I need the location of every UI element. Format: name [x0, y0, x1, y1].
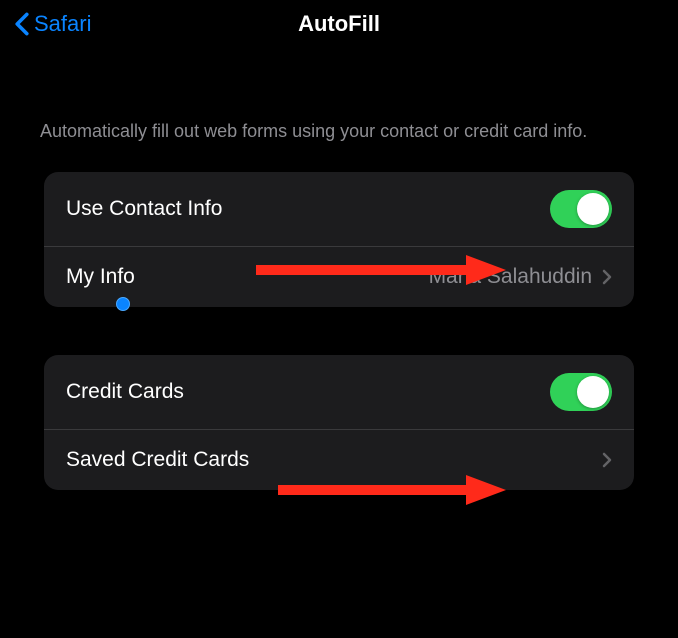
content: Use Contact Info My Info Maria Salahuddi…: [0, 172, 678, 490]
credit-cards-label: Credit Cards: [66, 380, 550, 404]
chevron-right-icon: [602, 269, 612, 285]
toggle-knob: [577, 376, 609, 408]
my-info-value: Maria Salahuddin: [429, 265, 592, 289]
row-credit-cards[interactable]: Credit Cards: [44, 355, 634, 429]
nav-bar: Safari AutoFill: [0, 0, 678, 48]
toggle-credit-cards[interactable]: [550, 373, 612, 411]
row-use-contact-info[interactable]: Use Contact Info: [44, 172, 634, 246]
saved-credit-cards-label: Saved Credit Cards: [66, 448, 602, 472]
section-description: Automatically fill out web forms using y…: [0, 48, 678, 172]
group-credit-cards: Credit Cards Saved Credit Cards: [44, 355, 634, 490]
toggle-use-contact-info[interactable]: [550, 190, 612, 228]
chevron-left-icon: [14, 12, 30, 36]
chevron-right-icon: [602, 452, 612, 468]
back-button[interactable]: Safari: [14, 11, 91, 37]
page-title: AutoFill: [298, 11, 380, 37]
my-info-label: My Info: [66, 265, 429, 289]
back-label: Safari: [34, 11, 91, 37]
use-contact-label: Use Contact Info: [66, 197, 550, 221]
row-saved-credit-cards[interactable]: Saved Credit Cards: [44, 429, 634, 490]
toggle-knob: [577, 193, 609, 225]
blue-dot-annotation: [116, 297, 130, 311]
row-my-info[interactable]: My Info Maria Salahuddin: [44, 246, 634, 307]
group-contact-info: Use Contact Info My Info Maria Salahuddi…: [44, 172, 634, 307]
